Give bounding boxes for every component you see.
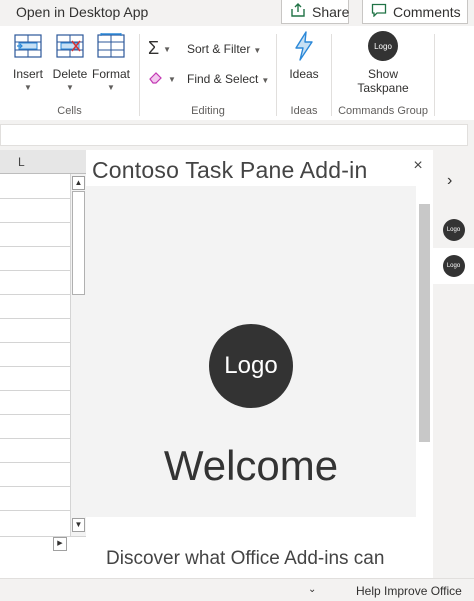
group-divider	[434, 34, 435, 116]
ideas-label: Ideas	[289, 67, 319, 81]
commands-group-label: Commands Group	[338, 105, 428, 117]
ribbon: Insert ▼ Delete ▼ Format ▼ Cells Σ ▼ Sor…	[0, 26, 474, 120]
show-taskpane-label: Show Taskpane	[357, 67, 408, 95]
comments-button[interactable]: Comments	[362, 0, 468, 24]
formula-bar-area	[0, 120, 474, 150]
row-divider	[0, 366, 70, 367]
task-pane-title: Contoso Task Pane Add-in	[92, 157, 368, 183]
row-divider	[0, 198, 70, 199]
task-pane-scroll-thumb[interactable]	[419, 204, 430, 442]
commands-group: Logo Show Taskpane Commands Group	[332, 26, 434, 120]
ideas-button[interactable]: Ideas	[283, 30, 325, 81]
insert-label: Insert	[12, 67, 43, 81]
addin-tab-2[interactable]: Logo	[433, 248, 474, 284]
show-label-line2: Taskpane	[357, 81, 409, 95]
worksheet-grid[interactable]: L ▲ ▼ ▶	[0, 150, 86, 578]
top-bar: Open in Desktop App Share Comments	[0, 0, 474, 26]
cells-group-label: Cells	[57, 105, 82, 117]
chevron-right-icon[interactable]: ›	[447, 172, 452, 190]
welcome-heading: Welcome	[163, 442, 339, 489]
formula-input[interactable]	[0, 124, 468, 146]
close-icon[interactable]: ×	[410, 157, 426, 175]
sort-filter-label: Sort & Filter	[187, 42, 251, 56]
format-button[interactable]: Format ▼	[91, 30, 131, 92]
cells-group: Insert ▼ Delete ▼ Format ▼ Cells	[0, 26, 139, 120]
share-icon	[290, 3, 306, 20]
open-in-desktop-app-button[interactable]: Open in Desktop App	[16, 4, 148, 20]
row-divider	[0, 318, 70, 319]
chevron-down-icon: ▼	[168, 75, 176, 84]
chevron-down-icon[interactable]: ⌄	[308, 584, 316, 595]
format-cells-icon	[95, 30, 127, 62]
comments-label: Comments	[393, 3, 461, 20]
autosum-button[interactable]: Σ ▼	[148, 38, 171, 59]
column-header-label: L	[18, 155, 25, 169]
row-divider	[0, 438, 70, 439]
status-bar: ⌄ Help Improve Office	[0, 578, 474, 601]
logo-icon: Logo	[442, 219, 465, 241]
row-divider	[0, 486, 70, 487]
horizontal-scrollbar[interactable]: ▶	[0, 536, 86, 551]
chevron-down-icon: ▼	[66, 83, 74, 92]
logo-icon: Logo	[442, 255, 465, 277]
column-header-l[interactable]: L	[0, 150, 86, 174]
logo-icon: Logo	[367, 30, 399, 62]
insert-button[interactable]: Insert ▼	[8, 30, 48, 92]
show-label-line1: Show	[367, 67, 399, 81]
lightning-icon	[288, 30, 320, 62]
share-button[interactable]: Share	[281, 0, 349, 24]
chevron-down-icon: ▼	[261, 75, 270, 85]
row-divider	[0, 390, 70, 391]
delete-cells-icon	[54, 30, 86, 62]
ideas-group-label: Ideas	[290, 105, 318, 117]
clear-button[interactable]: ▼	[148, 70, 176, 87]
excel-online-window: Open in Desktop App Share Comments Inser…	[0, 0, 474, 601]
editing-group: Σ ▼ Sort & Filter ▼ ▼ Find & Select ▼ Ed…	[140, 26, 276, 120]
scroll-up-icon[interactable]: ▲	[72, 176, 85, 190]
row-divider	[0, 414, 70, 415]
delete-button[interactable]: Delete ▼	[50, 30, 90, 92]
addin-logo: Logo	[209, 324, 293, 408]
sort-filter-button[interactable]: Sort & Filter ▼	[187, 42, 261, 56]
row-divider	[0, 222, 70, 223]
task-pane: Contoso Task Pane Add-in × Logo Welcome …	[86, 150, 433, 578]
insert-cells-icon	[12, 30, 44, 62]
row-divider	[0, 270, 70, 271]
addin-side-strip: › Logo Logo	[433, 150, 474, 578]
row-divider	[0, 342, 70, 343]
vertical-scrollbar[interactable]: ▲ ▼	[70, 174, 86, 536]
chevron-down-icon: ▼	[163, 45, 172, 54]
editing-group-label: Editing	[191, 105, 225, 117]
find-select-label: Find & Select	[187, 72, 259, 86]
row-divider	[0, 510, 70, 511]
row-divider	[0, 294, 70, 295]
logo-badge: Logo	[368, 31, 398, 61]
share-label: Share	[312, 3, 350, 20]
chevron-down-icon: ▼	[24, 83, 32, 92]
delete-label: Delete	[52, 67, 88, 81]
addin-tab-1[interactable]: Logo	[433, 212, 474, 248]
ideas-group: Ideas Ideas	[277, 26, 331, 120]
chevron-down-icon: ▼	[253, 45, 262, 55]
comment-icon	[371, 3, 387, 20]
scroll-thumb[interactable]	[72, 191, 85, 295]
show-taskpane-button[interactable]: Logo Show Taskpane	[350, 30, 416, 95]
help-improve-office-link[interactable]: Help Improve Office	[356, 584, 462, 598]
chevron-down-icon: ▼	[107, 83, 115, 92]
scroll-right-icon[interactable]: ▶	[53, 537, 67, 551]
eraser-icon	[148, 70, 164, 87]
discover-text: Discover what Office Add-ins can	[106, 548, 385, 569]
sum-icon: Σ	[148, 38, 160, 58]
scroll-down-icon[interactable]: ▼	[72, 518, 85, 532]
format-label: Format	[91, 67, 130, 81]
row-divider	[0, 246, 70, 247]
task-pane-hero: Logo Welcome	[86, 186, 416, 517]
row-divider	[0, 462, 70, 463]
find-select-button[interactable]: Find & Select ▼	[187, 72, 269, 86]
